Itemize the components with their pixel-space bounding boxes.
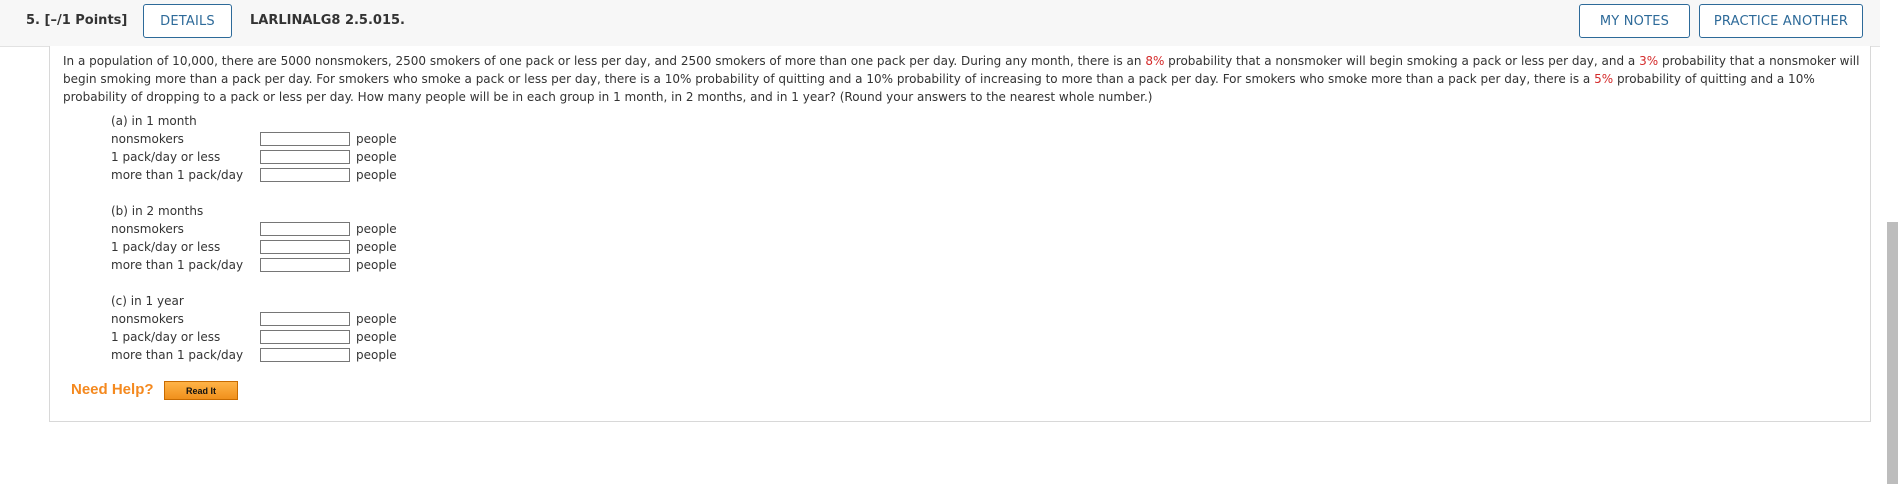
problem-statement: In a population of 10,000, there are 500…: [63, 52, 1863, 106]
part-a-light-unit: people: [356, 150, 397, 164]
probability-highlight-3: 5%: [1594, 72, 1614, 86]
part-c-light-unit: people: [356, 330, 397, 344]
problem-text-1: In a population of 10,000, there are 500…: [63, 54, 1146, 68]
need-help-label: Need Help?: [71, 381, 154, 398]
part-c-heavy-input[interactable]: [260, 348, 350, 362]
problem-text-2: probability that a nonsmoker will begin …: [1164, 54, 1640, 68]
part-c-nonsmokers-label: nonsmokers: [111, 312, 184, 326]
part-c-light-label: 1 pack/day or less: [111, 330, 221, 344]
part-a-nonsmokers-input[interactable]: [260, 132, 350, 146]
probability-highlight-2: 3%: [1639, 54, 1659, 68]
practice-another-button[interactable]: PRACTICE ANOTHER: [1699, 4, 1863, 38]
part-a-nonsmokers-label: nonsmokers: [111, 132, 184, 146]
part-c-heavy-label: more than 1 pack/day: [111, 348, 244, 362]
part-a-light-input[interactable]: [260, 150, 350, 164]
part-b-nonsmokers-label: nonsmokers: [111, 222, 184, 236]
part-c-nonsmokers-input[interactable]: [260, 312, 350, 326]
part-b-light-input[interactable]: [260, 240, 350, 254]
part-c-nonsmokers-unit: people: [356, 312, 397, 326]
part-c-heavy-unit: people: [356, 348, 397, 362]
scrollbar-thumb[interactable]: [1887, 222, 1898, 484]
part-a-heavy-input[interactable]: [260, 168, 350, 182]
part-c-light-input[interactable]: [260, 330, 350, 344]
question-header: 5. [–/1 Points] DETAILS LARLINALG8 2.5.0…: [0, 0, 1880, 47]
question-points: 5. [–/1 Points]: [26, 13, 128, 28]
part-a-light-label: 1 pack/day or less: [111, 150, 221, 164]
part-b-heavy-input[interactable]: [260, 258, 350, 272]
part-a-title: (a) in 1 month: [111, 114, 197, 128]
part-b-light-label: 1 pack/day or less: [111, 240, 221, 254]
part-b-heavy-label: more than 1 pack/day: [111, 258, 244, 272]
part-a-heavy-label: more than 1 pack/day: [111, 168, 244, 182]
part-b-nonsmokers-unit: people: [356, 222, 397, 236]
question-code: LARLINALG8 2.5.015.: [250, 13, 405, 28]
read-it-button[interactable]: Read It: [164, 381, 238, 400]
part-b-heavy-unit: people: [356, 258, 397, 272]
details-button[interactable]: DETAILS: [143, 4, 232, 38]
part-b-title: (b) in 2 months: [111, 204, 204, 218]
part-a-nonsmokers-unit: people: [356, 132, 397, 146]
part-c-title: (c) in 1 year: [111, 294, 184, 308]
my-notes-button[interactable]: MY NOTES: [1579, 4, 1690, 38]
part-b-nonsmokers-input[interactable]: [260, 222, 350, 236]
probability-highlight-1: 8%: [1145, 54, 1165, 68]
part-a-heavy-unit: people: [356, 168, 397, 182]
part-b-light-unit: people: [356, 240, 397, 254]
